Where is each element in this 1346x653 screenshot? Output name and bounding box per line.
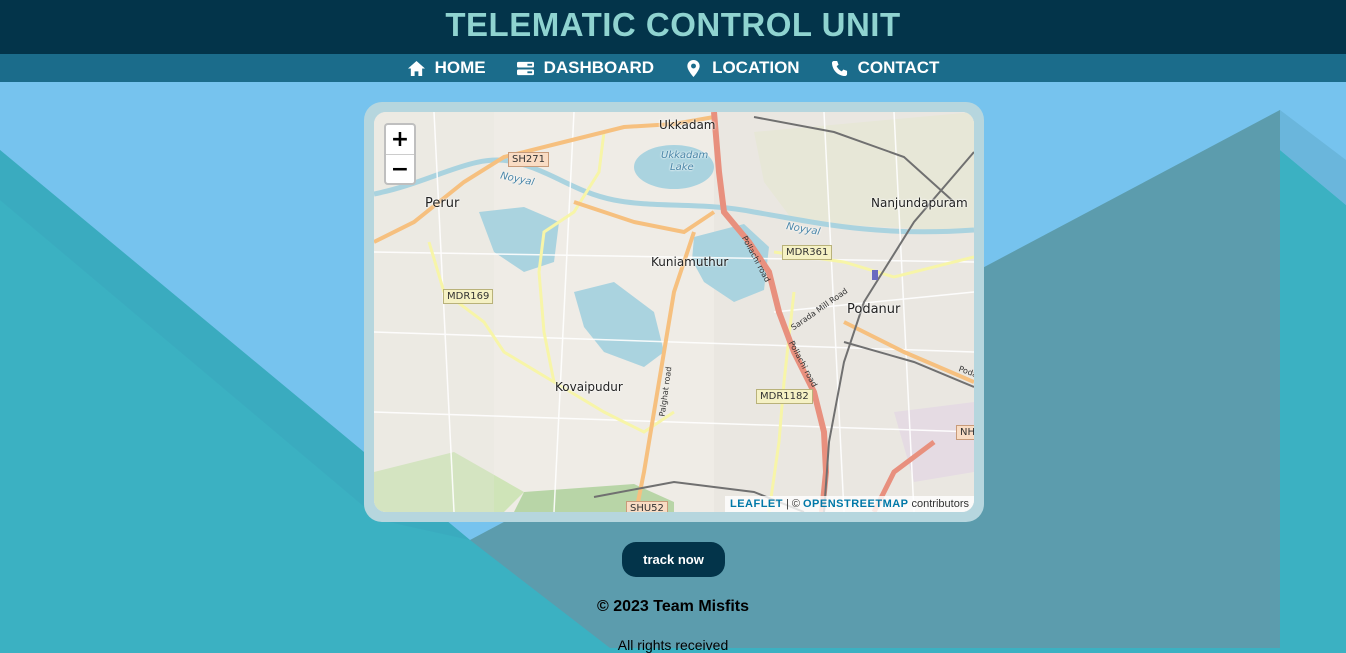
page-title: TELEMATIC CONTROL UNIT xyxy=(445,6,901,43)
nav-location-label: LOCATION xyxy=(712,58,800,77)
zoom-control: + − xyxy=(384,123,416,185)
nav-home-label: HOME xyxy=(434,58,486,77)
site-header: TELEMATIC CONTROL UNIT xyxy=(0,0,1346,54)
road-shield-mdr169: MDR169 xyxy=(443,289,494,304)
main-nav: HOME DASHBOARD LOCATION CONTACT xyxy=(0,54,1346,82)
nav-home[interactable]: HOME xyxy=(407,58,486,78)
place-ukkadam-lake: Ukkadam xyxy=(661,150,709,161)
nav-contact-label: CONTACT xyxy=(857,58,940,77)
nav-location[interactable]: LOCATION xyxy=(684,58,800,78)
place-ukkadam: Ukkadam xyxy=(659,118,716,132)
road-shield-mdr1182: MDR1182 xyxy=(756,389,813,404)
attribution-separator: | © xyxy=(785,498,800,510)
road-shield-mdr361: MDR361 xyxy=(782,245,833,260)
map-frame: Ukkadam Ukkadam Lake Perur Nanjundapuram… xyxy=(364,102,984,522)
phone-icon xyxy=(831,60,847,76)
leaflet-link[interactable]: LEAFLET xyxy=(730,498,783,510)
footer-rights: All rights received xyxy=(617,637,729,653)
zoom-in-button[interactable]: + xyxy=(386,125,414,155)
nav-dashboard-label: DASHBOARD xyxy=(543,58,655,77)
openstreetmap-link[interactable]: OPENSTREETMAP xyxy=(803,498,909,510)
place-kuniamuthur: Kuniamuthur xyxy=(651,255,729,269)
place-ukkadam-lake-2: Lake xyxy=(670,162,694,173)
track-now-button[interactable]: track now xyxy=(622,542,725,577)
road-shield-nh: NH xyxy=(956,425,974,440)
place-podanur: Podanur xyxy=(847,302,901,317)
nav-contact[interactable]: CONTACT xyxy=(830,58,940,78)
place-nanjundapuram: Nanjundapuram xyxy=(871,196,968,210)
zoom-out-button[interactable]: − xyxy=(386,155,414,183)
location-map[interactable]: Ukkadam Ukkadam Lake Perur Nanjundapuram… xyxy=(374,112,974,512)
place-perur: Perur xyxy=(425,196,460,211)
dashboard-icon xyxy=(516,61,534,75)
road-shield-sh271: SH271 xyxy=(508,152,549,167)
attribution-suffix: contributors xyxy=(911,498,969,510)
map-attribution: LEAFLET | © OPENSTREETMAP contributors xyxy=(724,496,974,512)
place-kovaipudur: Kovaipudur xyxy=(555,380,623,394)
map-pin-icon xyxy=(687,59,700,77)
nav-dashboard[interactable]: DASHBOARD xyxy=(516,58,655,78)
footer-copyright: © 2023 Team Misfits xyxy=(597,598,749,615)
home-icon xyxy=(407,60,425,76)
road-shield-shu52: SHU52 xyxy=(626,501,668,512)
